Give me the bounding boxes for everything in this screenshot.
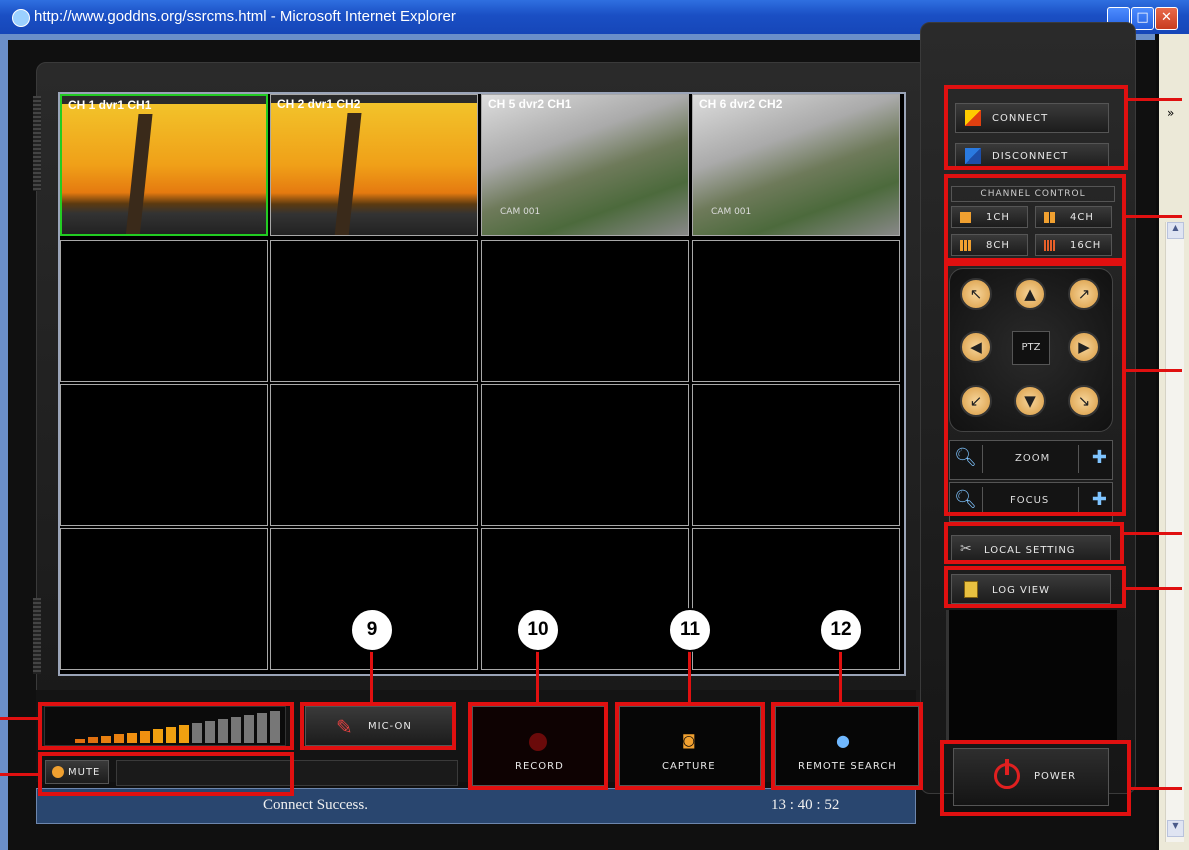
callout-number: 9	[350, 608, 394, 652]
callout-arrow	[1126, 587, 1182, 590]
callout-box-connect	[944, 85, 1128, 170]
video-cell-empty[interactable]	[481, 240, 689, 382]
video-cell-ch5[interactable]: CH 5 dvr2 CH1 CAM 001	[481, 94, 689, 236]
channel-label: CH 5 dvr2 CH1	[488, 97, 572, 111]
callout-arrow	[1124, 532, 1182, 535]
callout-arrow	[0, 773, 38, 776]
left-rail-top	[33, 96, 41, 191]
callout-number: 12	[819, 608, 863, 652]
status-time: 13 : 40 : 52	[771, 797, 840, 813]
callout-arrow	[1131, 787, 1182, 790]
channel-label: CH 1 dvr1 CH1	[68, 98, 152, 112]
callout-box-volume	[38, 702, 294, 750]
callout-number: 11	[668, 608, 712, 652]
video-cell-empty[interactable]	[481, 528, 689, 670]
status-message: Connect Success.	[263, 797, 368, 813]
video-grid[interactable]: CH 1 dvr1 CH1 CH 2 dvr1 CH2 CH 5 dvr2 CH…	[58, 92, 906, 676]
callout-box-record	[468, 702, 608, 790]
callout-box-mic	[300, 702, 456, 750]
callout-box-channel	[944, 174, 1126, 262]
callout-number: 10	[516, 608, 560, 652]
channel-label: CH 2 dvr1 CH2	[277, 97, 361, 111]
callout-box-ptz	[944, 262, 1126, 516]
callout-box-capture	[615, 702, 765, 790]
scroll-down-icon[interactable]: ▼	[1167, 820, 1184, 837]
callout-arrow	[370, 650, 373, 702]
callout-box-local-setting	[944, 522, 1124, 564]
video-cell-ch1[interactable]: CH 1 dvr1 CH1	[60, 94, 268, 236]
window-title: http://www.goddns.org/ssrcms.html - Micr…	[34, 8, 456, 25]
video-cell-ch6[interactable]: CH 6 dvr2 CH2 CAM 001	[692, 94, 900, 236]
chevron-right-icon[interactable]: »	[1167, 106, 1174, 120]
video-cell-empty[interactable]	[692, 384, 900, 526]
close-button[interactable]: ✕	[1155, 7, 1178, 30]
left-rail-bottom	[33, 598, 41, 674]
callout-box-log-view	[944, 566, 1126, 608]
video-cell-empty[interactable]	[692, 240, 900, 382]
video-cell-empty[interactable]	[60, 240, 268, 382]
callout-arrow	[688, 650, 691, 702]
callout-arrow	[1126, 369, 1182, 372]
video-cell-empty[interactable]	[60, 528, 268, 670]
video-cell-ch2[interactable]: CH 2 dvr1 CH2	[270, 94, 478, 236]
ie-icon	[12, 9, 30, 27]
video-cell-empty[interactable]	[270, 384, 478, 526]
callout-arrow	[1126, 215, 1182, 218]
camera-label: CAM 001	[500, 207, 541, 217]
callout-arrow	[839, 650, 842, 702]
log-area	[946, 610, 1117, 740]
callout-box-remote-search	[771, 702, 923, 790]
camera-label: CAM 001	[711, 207, 752, 217]
channel-label: CH 6 dvr2 CH2	[699, 97, 783, 111]
callout-box-mute	[38, 752, 294, 796]
callout-arrow	[536, 650, 539, 702]
callout-arrow	[1128, 98, 1182, 101]
video-cell-empty[interactable]	[481, 384, 689, 526]
callout-arrow	[0, 717, 38, 720]
video-cell-empty[interactable]	[270, 240, 478, 382]
scroll-up-icon[interactable]: ▲	[1167, 222, 1184, 239]
video-cell-empty[interactable]	[60, 384, 268, 526]
video-cell-empty[interactable]	[692, 528, 900, 670]
callout-box-power	[940, 740, 1131, 816]
